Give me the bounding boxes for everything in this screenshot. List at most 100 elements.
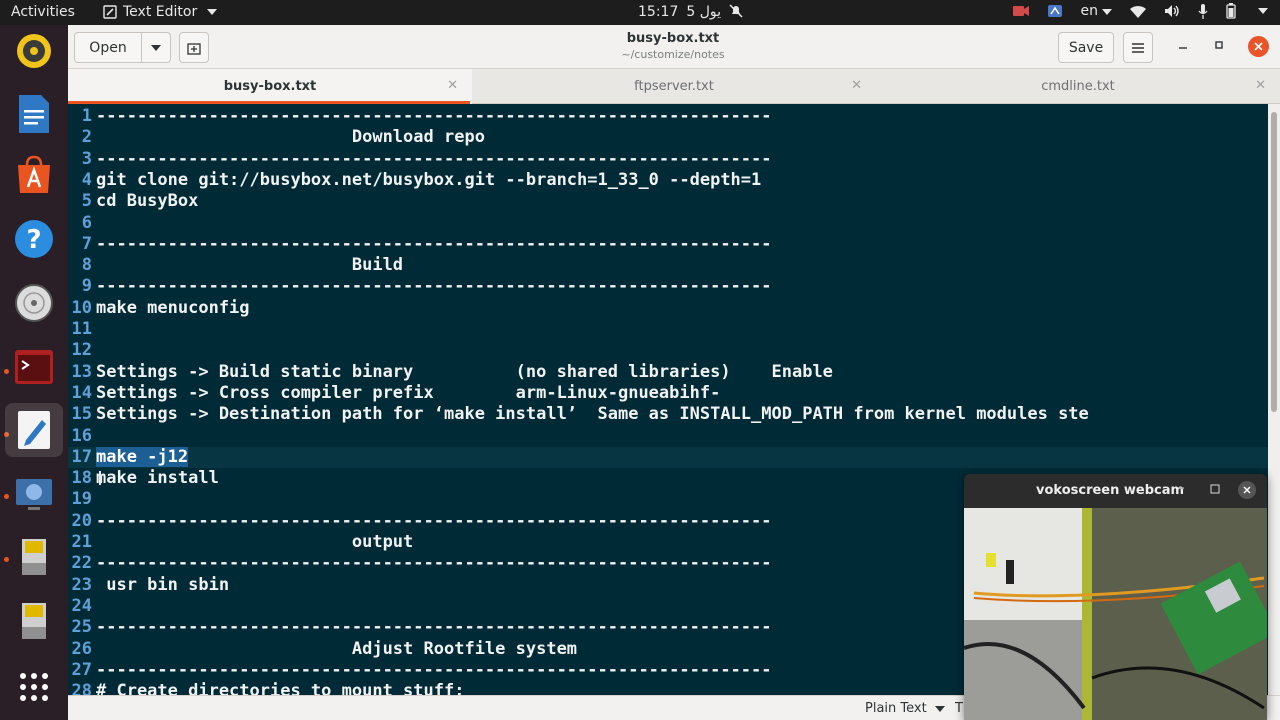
webcam-title-bar[interactable]: vokoscreen webcam – xyxy=(964,474,1267,508)
editor-line[interactable]: 15 Settings -> Destination path for ‘make… xyxy=(68,404,1268,425)
save-button[interactable]: Save xyxy=(1058,32,1114,63)
editor-line[interactable]: 11 xyxy=(68,319,1268,340)
dock-sd-card[interactable] xyxy=(12,535,56,579)
system-menu-chevron-icon[interactable] xyxy=(1258,8,1268,14)
line-number: 22 xyxy=(71,553,92,574)
battery-icon[interactable] xyxy=(1226,3,1236,19)
close-button[interactable] xyxy=(1248,36,1269,57)
camera-recording-icon[interactable] xyxy=(1012,5,1029,17)
dock-show-applications[interactable] xyxy=(12,665,56,709)
dock-terminal-app[interactable] xyxy=(12,345,56,389)
tab-close-icon[interactable]: ✕ xyxy=(1255,78,1266,93)
chevron-down-icon xyxy=(151,44,161,51)
line-number: 16 xyxy=(71,425,92,446)
open-button[interactable]: Open xyxy=(74,32,142,63)
tab-ftpserver[interactable]: ftpserver.txt ✕ xyxy=(472,69,876,104)
line-text: Build xyxy=(96,255,404,276)
dock-rhythmbox[interactable] xyxy=(12,29,56,73)
wifi-icon[interactable] xyxy=(1130,5,1146,18)
line-number: 3 xyxy=(81,148,92,169)
maximize-button[interactable] xyxy=(1214,39,1224,54)
language-selector[interactable]: en xyxy=(1081,3,1112,19)
dock-libreoffice-writer[interactable] xyxy=(12,92,56,136)
dock-help[interactable]: ? xyxy=(12,217,56,261)
vertical-scrollbar[interactable] xyxy=(1268,104,1280,695)
scrollbar-thumb[interactable] xyxy=(1271,112,1277,412)
editor-line[interactable]: 8 Build xyxy=(68,255,1268,276)
activities-button[interactable]: Activities xyxy=(11,4,75,20)
app-menu-label: Text Editor xyxy=(123,4,198,20)
editor-line[interactable]: 13 Settings -> Build static binary (no sh… xyxy=(68,362,1268,383)
open-recent-dropdown[interactable] xyxy=(141,32,171,63)
line-text: Settings -> Cross compiler prefix arm-Li… xyxy=(96,382,721,403)
line-number: 24 xyxy=(71,595,92,616)
tab-close-icon[interactable]: ✕ xyxy=(447,78,458,93)
editor-line[interactable]: 5 cd BusyBox xyxy=(68,191,1268,212)
dock-removable-drive[interactable] xyxy=(12,599,56,643)
text-editor-icon xyxy=(18,411,50,449)
screen-record-icon[interactable] xyxy=(1047,4,1063,18)
editor-line[interactable]: 12 xyxy=(68,340,1268,361)
line-text: ----------------------------------------… xyxy=(96,659,772,680)
webcam-close-icon[interactable] xyxy=(1238,481,1256,499)
screencast-icon xyxy=(16,479,52,510)
system-tray[interactable]: en xyxy=(1012,3,1268,19)
chevron-down-icon xyxy=(1102,9,1112,15)
webcam-video-feed xyxy=(964,508,1267,720)
line-text: git clone git://busybox.net/busybox.git … xyxy=(96,169,762,190)
line-number: 9 xyxy=(81,276,92,297)
new-tab-button[interactable] xyxy=(179,32,209,63)
line-text: Download repo xyxy=(96,127,485,148)
webcam-maximize-icon[interactable] xyxy=(1210,483,1220,498)
editor-line[interactable]: 4 git clone git://busybox.net/busybox.git… xyxy=(68,170,1268,191)
editor-line[interactable]: 3 ---------------------------------------… xyxy=(68,149,1268,170)
tab-bar: busy-box.txt ✕ ftpserver.txt ✕ cmdline.t… xyxy=(68,69,1280,104)
editor-line[interactable]: 9 ---------------------------------------… xyxy=(68,276,1268,297)
volume-icon[interactable] xyxy=(1164,4,1180,18)
microphone-icon[interactable] xyxy=(1198,3,1208,19)
dock-text-editor[interactable] xyxy=(5,403,63,457)
top-bar: Activities Text Editor 15:17 5 يول en xyxy=(0,0,1280,25)
editor-line[interactable]: 7 ---------------------------------------… xyxy=(68,234,1268,255)
tab-close-icon[interactable]: ✕ xyxy=(851,78,862,93)
editor-line[interactable]: 1 ---------------------------------------… xyxy=(68,106,1268,127)
line-number: 27 xyxy=(71,659,92,680)
line-text: ----------------------------------------… xyxy=(96,276,772,297)
drive-icon xyxy=(22,603,46,639)
clock-time: 15:17 xyxy=(638,4,679,20)
document-path: ~/customize/notes xyxy=(621,48,725,61)
webcam-title: vokoscreen webcam xyxy=(1036,483,1185,498)
line-number: 25 xyxy=(71,617,92,638)
editor-line[interactable]: 10 make menuconfig xyxy=(68,298,1268,319)
editor-line[interactable]: 14 Settings -> Cross compiler prefix arm-… xyxy=(68,383,1268,404)
minimize-button[interactable] xyxy=(1178,39,1188,54)
editor-line[interactable]: 2 Download repo xyxy=(68,127,1268,148)
line-text: ----------------------------------------… xyxy=(96,106,772,126)
clock[interactable]: 15:17 5 يول xyxy=(638,4,743,20)
text-editor-icon xyxy=(103,5,117,19)
minimize-icon xyxy=(1179,47,1187,49)
notifications-off-icon xyxy=(729,4,743,18)
tab-cmdline[interactable]: cmdline.txt ✕ xyxy=(876,69,1280,104)
text-cursor-icon xyxy=(99,471,101,486)
line-number: 10 xyxy=(71,297,92,318)
editor-line[interactable]: 17 make -j12 xyxy=(68,446,1268,469)
dock-software-center[interactable] xyxy=(12,153,56,197)
running-indicator xyxy=(4,494,9,499)
editor-line[interactable]: 16 xyxy=(68,426,1268,447)
save-button-label: Save xyxy=(1068,39,1104,56)
language-selector[interactable]: Plain Text xyxy=(865,701,945,716)
dock-vokoscreen[interactable] xyxy=(12,471,56,515)
tab-busy-box[interactable]: busy-box.txt ✕ xyxy=(68,69,472,104)
app-menu[interactable]: Text Editor xyxy=(103,4,218,20)
line-text: ----------------------------------------… xyxy=(96,233,772,254)
dock-disk-utility[interactable] xyxy=(12,281,56,325)
tab-width-selector[interactable]: T xyxy=(955,701,963,716)
webcam-minimize-icon[interactable]: – xyxy=(1178,481,1185,496)
tab-label: cmdline.txt xyxy=(1041,79,1115,94)
hamburger-menu-button[interactable] xyxy=(1123,32,1153,63)
editor-line[interactable]: 6 xyxy=(68,213,1268,234)
line-text: make menuconfig xyxy=(96,297,250,318)
open-button-label: Open xyxy=(89,39,127,56)
close-icon xyxy=(1254,42,1263,51)
